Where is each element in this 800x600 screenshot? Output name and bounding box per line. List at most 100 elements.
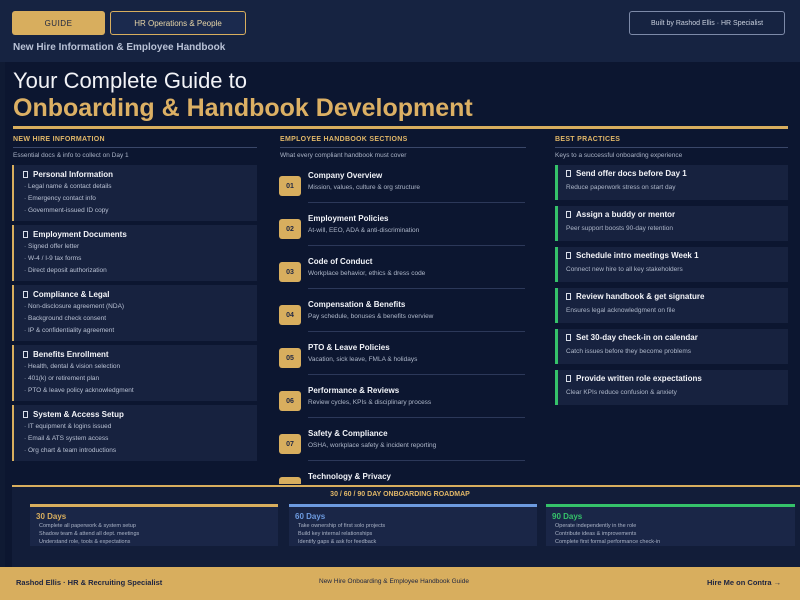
section-description: At-will, EEO, ADA & anti-discrimination bbox=[308, 227, 420, 234]
section-title: Technology & Privacy bbox=[308, 472, 391, 481]
section-divider bbox=[308, 202, 525, 203]
document-icon bbox=[566, 170, 571, 177]
built-by-badge: Built by Rashod Ellis · HR Specialist bbox=[629, 11, 785, 35]
list-item: · IP & confidentiality agreement bbox=[24, 327, 115, 334]
list-item: · Emergency contact info bbox=[24, 195, 96, 202]
section-title: Code of Conduct bbox=[308, 257, 373, 266]
section-divider bbox=[308, 245, 525, 246]
handbook-section-safety-compliance: 07 Safety & Compliance OSHA, workplace s… bbox=[279, 429, 525, 469]
section-title: Safety & Compliance bbox=[308, 429, 388, 438]
hr-operations-badge: HR Operations & People bbox=[110, 11, 246, 35]
best-practice-description: Catch issues before they become problems bbox=[566, 348, 692, 355]
phase-accent-bar bbox=[546, 504, 795, 507]
section-number: 05 bbox=[279, 348, 301, 368]
new-hire-heading: NEW HIRE INFORMATION bbox=[13, 136, 105, 143]
hero-title-line1: Your Complete Guide to bbox=[13, 68, 247, 93]
document-icon bbox=[566, 375, 571, 382]
card-title: Personal Information bbox=[23, 170, 113, 179]
phase-line: Understand role, tools & expectations bbox=[39, 539, 131, 545]
phase-line: Complete first formal performance check-… bbox=[555, 539, 661, 545]
best-practice-description: Ensures legal acknowledgment on file bbox=[566, 307, 676, 314]
phase-line: Shadow team & attend all dept. meetings bbox=[39, 531, 140, 537]
handbook-section-code-of-conduct: 03 Code of Conduct Workplace behavior, e… bbox=[279, 257, 525, 297]
best-practices-heading: BEST PRACTICES bbox=[555, 136, 621, 143]
card-system-access-setup: System & Access Setup · IT equipment & l… bbox=[12, 405, 257, 461]
card-personal-information: Personal Information · Legal name & cont… bbox=[12, 165, 257, 221]
best-practice-title: Set 30-day check-in on calendar bbox=[566, 333, 698, 342]
document-icon bbox=[566, 293, 571, 300]
section-number: 03 bbox=[279, 262, 301, 282]
list-item: · Direct deposit authorization bbox=[24, 267, 107, 274]
handbook-subheading: What every compliant handbook must cover bbox=[280, 152, 407, 159]
best-practice-description: Reduce paperwork stress on start day bbox=[566, 184, 676, 191]
section-number: 01 bbox=[279, 176, 301, 196]
section-description: Vacation, sick leave, FMLA & holidays bbox=[308, 356, 418, 363]
list-item: · Legal name & contact details bbox=[24, 183, 112, 190]
hero-divider bbox=[13, 126, 788, 129]
document-icon bbox=[566, 211, 571, 218]
section-title: Compensation & Benefits bbox=[308, 300, 406, 309]
document-icon bbox=[566, 334, 571, 341]
top-bar: GUIDE HR Operations & People Built by Ra… bbox=[0, 0, 800, 62]
section-description: Workplace behavior, ethics & dress code bbox=[308, 270, 426, 277]
section-number: 06 bbox=[279, 391, 301, 411]
section-number: 04 bbox=[279, 305, 301, 325]
phase-title: 60 Days bbox=[295, 512, 326, 521]
phase-line: Identify gaps & ask for feedback bbox=[298, 539, 377, 545]
section-divider bbox=[308, 288, 525, 289]
card-compliance-legal: Compliance & Legal · Non-disclosure agre… bbox=[12, 285, 257, 341]
list-item: · PTO & leave policy acknowledgment bbox=[24, 387, 134, 394]
phase-accent-bar bbox=[289, 504, 537, 507]
list-item: · Org chart & team introductions bbox=[24, 447, 117, 454]
phase-line: Contribute ideas & improvements bbox=[555, 531, 637, 537]
document-icon bbox=[23, 291, 28, 298]
card-title: System & Access Setup bbox=[23, 410, 124, 419]
section-title: Company Overview bbox=[308, 171, 383, 180]
footer-guide-title: New Hire Onboarding & Employee Handbook … bbox=[319, 578, 469, 585]
best-practice-title: Provide written role expectations bbox=[566, 374, 702, 383]
phase-90-days: 90 Days Operate independently in the rol… bbox=[546, 504, 795, 546]
list-item: · Background check consent bbox=[24, 315, 107, 322]
phase-line: Complete all paperwork & system setup bbox=[39, 523, 136, 529]
document-icon bbox=[566, 252, 571, 259]
handbook-section-employment-policies: 02 Employment Policies At-will, EEO, ADA… bbox=[279, 214, 525, 254]
list-item: · 401(k) or retirement plan bbox=[24, 375, 100, 382]
hero-title-line2: Onboarding & Handbook Development bbox=[13, 94, 473, 122]
section-number: 02 bbox=[279, 219, 301, 239]
list-item: · W-4 / I-9 tax forms bbox=[24, 255, 82, 262]
phase-line: Operate independently in the role bbox=[555, 523, 637, 529]
card-title: Employment Documents bbox=[23, 230, 127, 239]
hire-me-link[interactable]: Hire Me on Contra → bbox=[707, 578, 781, 587]
section-description: Mission, values, culture & org structure bbox=[308, 184, 420, 191]
section-divider bbox=[308, 331, 525, 332]
page-subtitle: New Hire Information & Employee Handbook bbox=[13, 42, 226, 53]
document-icon bbox=[23, 351, 28, 358]
section-number: 07 bbox=[279, 434, 301, 454]
document-icon bbox=[23, 171, 28, 178]
phase-title: 30 Days bbox=[36, 512, 67, 521]
list-item: · Signed offer letter bbox=[24, 243, 80, 250]
best-practice-description: Connect new hire to all key stakeholders bbox=[566, 266, 683, 273]
phase-line: Take ownership of first solo projects bbox=[298, 523, 386, 529]
section-divider bbox=[308, 417, 525, 418]
best-practice-item: Review handbook & get signature Ensures … bbox=[555, 288, 788, 323]
card-benefits-enrollment: Benefits Enrollment · Health, dental & v… bbox=[12, 345, 257, 401]
handbook-heading: EMPLOYEE HANDBOOK SECTIONS bbox=[280, 136, 408, 143]
new-hire-divider bbox=[13, 147, 257, 148]
card-employment-documents: Employment Documents · Signed offer lett… bbox=[12, 225, 257, 281]
phase-line: Build key internal relationships bbox=[298, 531, 373, 537]
list-item: · IT equipment & logins issued bbox=[24, 423, 112, 430]
list-item: · Email & ATS system access bbox=[24, 435, 109, 442]
handbook-divider bbox=[280, 147, 526, 148]
best-practice-item: Assign a buddy or mentor Peer support bo… bbox=[555, 206, 788, 241]
list-item: · Non-disclosure agreement (NDA) bbox=[24, 303, 125, 310]
section-description: OSHA, workplace safety & incident report… bbox=[308, 442, 437, 449]
footer-bar: Rashod Ellis · HR & Recruiting Specialis… bbox=[0, 567, 800, 600]
best-practice-title: Assign a buddy or mentor bbox=[566, 210, 675, 219]
best-practice-item: Set 30-day check-in on calendar Catch is… bbox=[555, 329, 788, 364]
list-item: · Government-issued ID copy bbox=[24, 207, 109, 214]
handbook-section-technology-privacy: 08 Technology & Privacy bbox=[279, 472, 525, 484]
footer-author: Rashod Ellis · HR & Recruiting Specialis… bbox=[16, 578, 163, 587]
phase-30-days: 30 Days Complete all paperwork & system … bbox=[30, 504, 278, 546]
section-title: PTO & Leave Policies bbox=[308, 343, 390, 352]
